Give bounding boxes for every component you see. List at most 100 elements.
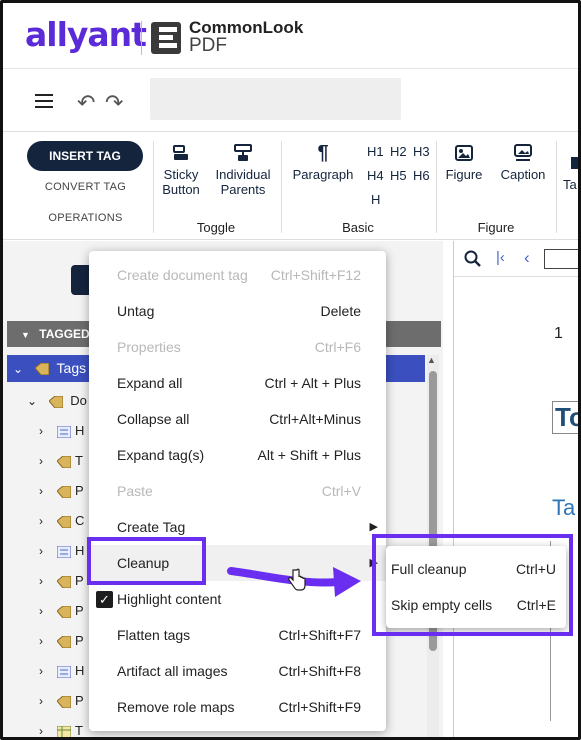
heading-tag-icon [57,425,71,438]
group-label-figure: Figure [477,220,515,235]
h5-button[interactable]: H5 [390,168,407,183]
menu-item-expand-all[interactable]: Expand all Ctrl + Alt + Plus [89,365,386,401]
menu-item-collapse-all[interactable]: Collapse all Ctrl+Alt+Minus [89,401,386,437]
menu-item-create-document-tag[interactable]: Create document tag Ctrl+Shift+F12 [89,257,386,293]
heading-tag-icon [57,545,71,558]
chevron-right-icon: › [39,424,43,438]
chevron-down-icon: ⌄ [13,362,24,376]
tree-node[interactable]: › P [39,569,84,593]
chevron-down-icon: ⌄ [27,394,38,408]
redo-icon[interactable]: ↷ [105,90,123,116]
menu-item-remove-role-maps[interactable]: Remove role maps Ctrl+Shift+F9 [89,689,386,725]
page-number-input[interactable] [544,249,578,269]
individual-parents-button[interactable]: Individual Parents [211,143,275,197]
menu-item-artifact-all-images[interactable]: Artifact all images Ctrl+Shift+F8 [89,653,386,689]
ribbon-divider [436,141,437,233]
highlight-box-submenu [372,534,573,636]
app-window: allyant CommonLook PDF ↶ ↷ INSERT TAG CO… [0,0,581,740]
menu-item-flatten-tags[interactable]: Flatten tags Ctrl+Shift+F7 [89,617,386,653]
chevron-down-icon: ▼ [21,330,30,340]
hand-cursor-icon [288,568,306,591]
top-toolbar: ↶ ↷ [3,70,578,132]
chevron-right-icon: › [39,634,43,648]
menu-item-expand-tags[interactable]: Expand tag(s) Alt + Shift + Plus [89,437,386,473]
menu-item-properties[interactable]: Properties Ctrl+F6 [89,329,386,365]
first-page-icon[interactable]: |‹ [496,249,505,266]
convert-tag-tab[interactable]: CONVERT TAG [28,181,143,193]
menu-item-highlight-content[interactable]: ✓ Highlight content [89,581,386,617]
sticky-icon [173,145,188,160]
search-icon[interactable] [464,250,482,268]
table-tag-icon [57,725,71,737]
h4-button[interactable]: H4 [367,168,384,183]
tree-node[interactable]: › P [39,629,84,653]
context-menu: Create document tag Ctrl+Shift+F12 Untag D… [89,251,386,731]
h-button[interactable]: H [371,192,380,207]
chevron-right-icon: › [39,574,43,588]
document-heading-text: Ta [552,495,576,520]
figure-button[interactable]: Figure [443,143,485,182]
scroll-up-icon[interactable]: ▲ [427,355,436,365]
caption-image-icon [514,144,532,161]
tag-icon [57,515,71,528]
preview-toolbar: |‹ ‹ [454,241,578,277]
chevron-right-icon: › [39,664,43,678]
tag-icon [57,605,71,618]
tree-node[interactable]: › P [39,689,84,713]
tree-node-document[interactable]: ⌄ Do [27,389,87,413]
group-label-toggle: Toggle [196,220,236,235]
h6-button[interactable]: H6 [413,168,430,183]
tree-node[interactable]: › H [39,539,84,563]
menu-item-paste[interactable]: Paste Ctrl+V [89,473,386,509]
page-number: 1 [554,325,563,342]
undo-icon[interactable]: ↶ [77,90,95,116]
paragraph-button[interactable]: ¶ Paragraph [289,143,357,182]
insert-tag-button[interactable]: INSERT TAG [27,141,143,171]
tree-node[interactable]: › H [39,659,84,683]
table-button[interactable]: Ta [563,153,578,192]
highlight-box-cleanup [87,537,206,585]
tree-node[interactable]: › T [39,449,83,473]
h3-button[interactable]: H3 [413,144,430,159]
tree-node[interactable]: › H [39,419,84,443]
parents-icon [234,144,252,161]
operations-tab[interactable]: OPERATIONS [28,212,143,224]
tree-node[interactable]: › P [39,599,84,623]
table-icon [571,157,578,169]
chevron-right-icon: › [39,604,43,618]
tag-icon [57,695,71,708]
tag-icon [34,363,49,376]
tree-node[interactable]: › P [39,479,84,503]
allyant-logo: allyant [25,15,147,54]
image-icon [455,145,473,161]
tree-node[interactable]: › C [39,509,84,533]
tag-icon [57,635,71,648]
heading-tag-icon [57,665,71,678]
logo-divider [141,21,142,55]
chevron-right-icon: › [39,514,43,528]
document-title-field [150,78,401,120]
chevron-right-icon: › [39,694,43,708]
sticky-button[interactable]: Sticky Button [159,143,203,197]
tag-icon [57,485,71,498]
chevron-right-icon: › [39,484,43,498]
h2-button[interactable]: H2 [390,144,407,159]
caption-button[interactable]: Caption [497,143,549,182]
chevron-right-icon: › [39,454,43,468]
brand-bar: allyant CommonLook PDF [3,3,578,69]
product-subname: PDF [189,35,227,56]
commonlook-logo-icon [151,22,181,54]
h1-button[interactable]: H1 [367,144,384,159]
ribbon: INSERT TAG CONVERT TAG OPERATIONS Sticky… [3,133,578,240]
tag-icon [48,395,63,408]
tree-node[interactable]: › T [39,719,83,737]
tag-icon [57,455,71,468]
pilcrow-icon: ¶ [317,142,329,164]
menu-icon[interactable] [35,94,53,108]
menu-item-untag[interactable]: Untag Delete [89,293,386,329]
prev-page-icon[interactable]: ‹ [524,248,530,268]
document-title-text: To [552,401,578,434]
checkbox-checked-icon[interactable]: ✓ [96,591,113,608]
ribbon-divider [153,141,154,233]
tag-icon [57,575,71,588]
